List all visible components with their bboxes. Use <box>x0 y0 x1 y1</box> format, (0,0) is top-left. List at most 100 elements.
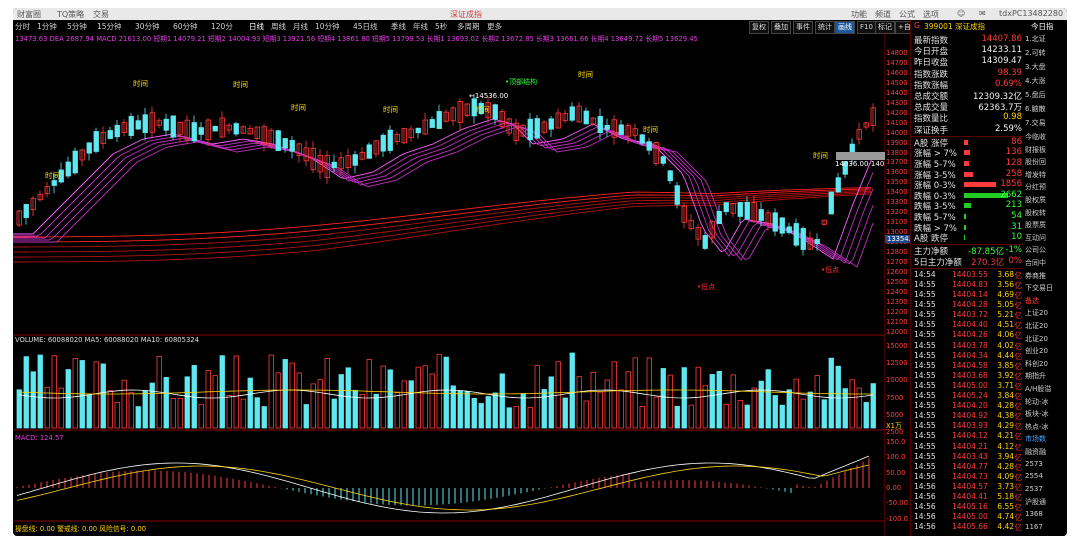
period-tab[interactable]: 15分钟 <box>97 21 122 32</box>
menu-item[interactable]: 功能 <box>851 9 867 20</box>
side-list-item[interactable]: 合同中 <box>1025 258 1067 268</box>
side-list-item[interactable]: 1.北证 <box>1025 34 1067 44</box>
volume-bar <box>261 406 267 429</box>
volume-bar <box>730 374 736 429</box>
side-list-item[interactable]: 板块-冰 <box>1025 409 1067 419</box>
side-list-item[interactable]: 2573 <box>1025 460 1067 468</box>
volume-bar <box>387 369 393 429</box>
period-tab[interactable]: 45日线 <box>353 21 378 32</box>
candle-body <box>492 104 498 120</box>
side-list-item[interactable]: 券商推 <box>1025 271 1067 281</box>
period-tab[interactable]: 多周期 <box>457 21 480 32</box>
menu-item[interactable]: 财富圈 <box>17 9 41 20</box>
period-tab[interactable]: 60分钟 <box>173 21 198 32</box>
period-tab[interactable]: 分时 <box>15 21 30 32</box>
volume-bar <box>618 389 624 429</box>
tick-price: 14405.00 <box>952 512 988 522</box>
menu-item[interactable]: 公式 <box>899 9 915 20</box>
kline-chart[interactable]: 14036.00-140时间时间 时间时间 时间 时间时间时间时间•顶部结构←1453… <box>13 32 885 536</box>
period-tab[interactable]: 月线 <box>293 21 308 32</box>
period-tab[interactable]: 5秒 <box>435 21 447 32</box>
period-tab[interactable]: 5分钟 <box>67 21 87 32</box>
menu-item[interactable]: 频道 <box>875 9 891 20</box>
candle-body <box>779 217 785 234</box>
message-icon[interactable]: ✉ <box>979 9 986 18</box>
volume-bar <box>198 403 204 429</box>
side-list-item[interactable]: 市场数 <box>1025 434 1067 444</box>
side-list-item[interactable]: 融资融 <box>1025 447 1067 457</box>
side-list-item[interactable]: 增发特 <box>1025 170 1067 180</box>
side-list-item[interactable]: 1368 <box>1025 510 1067 518</box>
side-list-item[interactable]: 2554 <box>1025 472 1067 480</box>
menu-item[interactable]: 选项 <box>923 9 939 20</box>
price-marker <box>836 152 885 160</box>
menu-item[interactable]: 交易 <box>93 9 109 20</box>
period-tab[interactable]: 年线 <box>413 21 428 32</box>
menu-item[interactable]: TQ策略 <box>57 9 84 20</box>
panel-tab[interactable]: 今日指 <box>1031 21 1054 32</box>
side-list-item[interactable]: 轮动-冰 <box>1025 397 1067 407</box>
tick-row: 14:55 14403.43 3.94 亿 <box>914 452 1022 462</box>
side-list-item[interactable]: 公司公 <box>1025 245 1067 255</box>
side-list-item[interactable]: 4.大涨 <box>1025 76 1067 86</box>
tick-price: 14404.34 <box>952 350 988 360</box>
short-ma-bands <box>13 118 874 268</box>
side-list-item[interactable]: 3.大盘 <box>1025 62 1067 72</box>
side-list-item[interactable]: 财报板 <box>1025 145 1067 155</box>
side-list-item[interactable]: 分红预 <box>1025 182 1067 192</box>
tick-price: 14404.21 <box>952 441 988 451</box>
macd-tick: 100.0 <box>886 453 906 461</box>
period-tab[interactable]: 120分 <box>211 21 233 32</box>
period-tab[interactable]: 日线 <box>249 21 264 32</box>
side-list-item[interactable]: 1167 <box>1025 523 1067 531</box>
side-list-item[interactable]: 6.脑散 <box>1025 104 1067 114</box>
side-list-item[interactable]: 期指升 <box>1025 371 1067 381</box>
user-icon[interactable]: ☺ <box>957 9 965 18</box>
side-list-item[interactable]: 下交易日 <box>1025 283 1067 293</box>
period-tab[interactable]: 季线 <box>391 21 406 32</box>
side-list-item[interactable]: 上证20 <box>1025 308 1067 318</box>
candle-body <box>289 140 295 152</box>
volume-bar <box>51 355 57 429</box>
side-list-item[interactable]: 热点-冰 <box>1025 422 1067 432</box>
price-tick: 14200 <box>886 108 908 117</box>
tick-row: 14:55 14403.78 4.02 亿 <box>914 341 1022 351</box>
candle-body <box>352 154 358 166</box>
volume-tick: 7500 <box>886 394 904 402</box>
side-list-item[interactable]: A/H股溢 <box>1025 384 1067 394</box>
side-list-item[interactable]: 股份回 <box>1025 157 1067 167</box>
candle-body <box>191 122 197 142</box>
tick-price: 14403.68 <box>952 370 988 380</box>
side-list-item[interactable]: 2.可转 <box>1025 48 1067 58</box>
volume-bar <box>107 390 113 429</box>
side-list-item[interactable]: 股票质 <box>1025 220 1067 230</box>
side-list-item[interactable]: 5.盘后 <box>1025 90 1067 100</box>
breadth-row: 涨幅 > 7% 136 <box>914 147 1022 159</box>
price-tick: 13800 <box>886 148 908 157</box>
side-list-item[interactable]: 北证20 <box>1025 334 1067 344</box>
side-list-item[interactable]: 备选 <box>1025 296 1067 306</box>
volume-bar <box>331 398 337 429</box>
side-list-item[interactable]: 科创20 <box>1025 359 1067 369</box>
volume-bar <box>275 372 281 429</box>
side-list-item[interactable]: 沪股通 <box>1025 497 1067 507</box>
side-list-item[interactable]: 股权转 <box>1025 208 1067 218</box>
tick-amount: 3.68 <box>997 269 1014 279</box>
period-tab[interactable]: 周线 <box>271 21 286 32</box>
breadth-row: 跌幅 5-7% 54 <box>914 211 1022 223</box>
period-tab[interactable]: 1分钟 <box>37 21 57 32</box>
side-list-item[interactable]: 今临收 <box>1025 132 1067 142</box>
side-list-item[interactable]: 创业20 <box>1025 346 1067 356</box>
side-list-item[interactable]: 股权质 <box>1025 195 1067 205</box>
side-list-item[interactable]: 7.交易 <box>1025 118 1067 128</box>
side-list-item[interactable]: 2537 <box>1025 485 1067 493</box>
side-list-item[interactable]: 互动问 <box>1025 233 1067 243</box>
volume-bar <box>149 382 155 429</box>
period-tab[interactable]: 更多 <box>487 21 502 32</box>
period-tab[interactable]: 10分钟 <box>315 21 340 32</box>
period-tab[interactable]: 30分钟 <box>135 21 160 32</box>
tick-price: 14404.73 <box>952 471 988 481</box>
side-list-item[interactable]: 北证20 <box>1025 321 1067 331</box>
flow-pct: -1% <box>1005 244 1022 255</box>
price-tick: 12000 <box>886 327 908 336</box>
